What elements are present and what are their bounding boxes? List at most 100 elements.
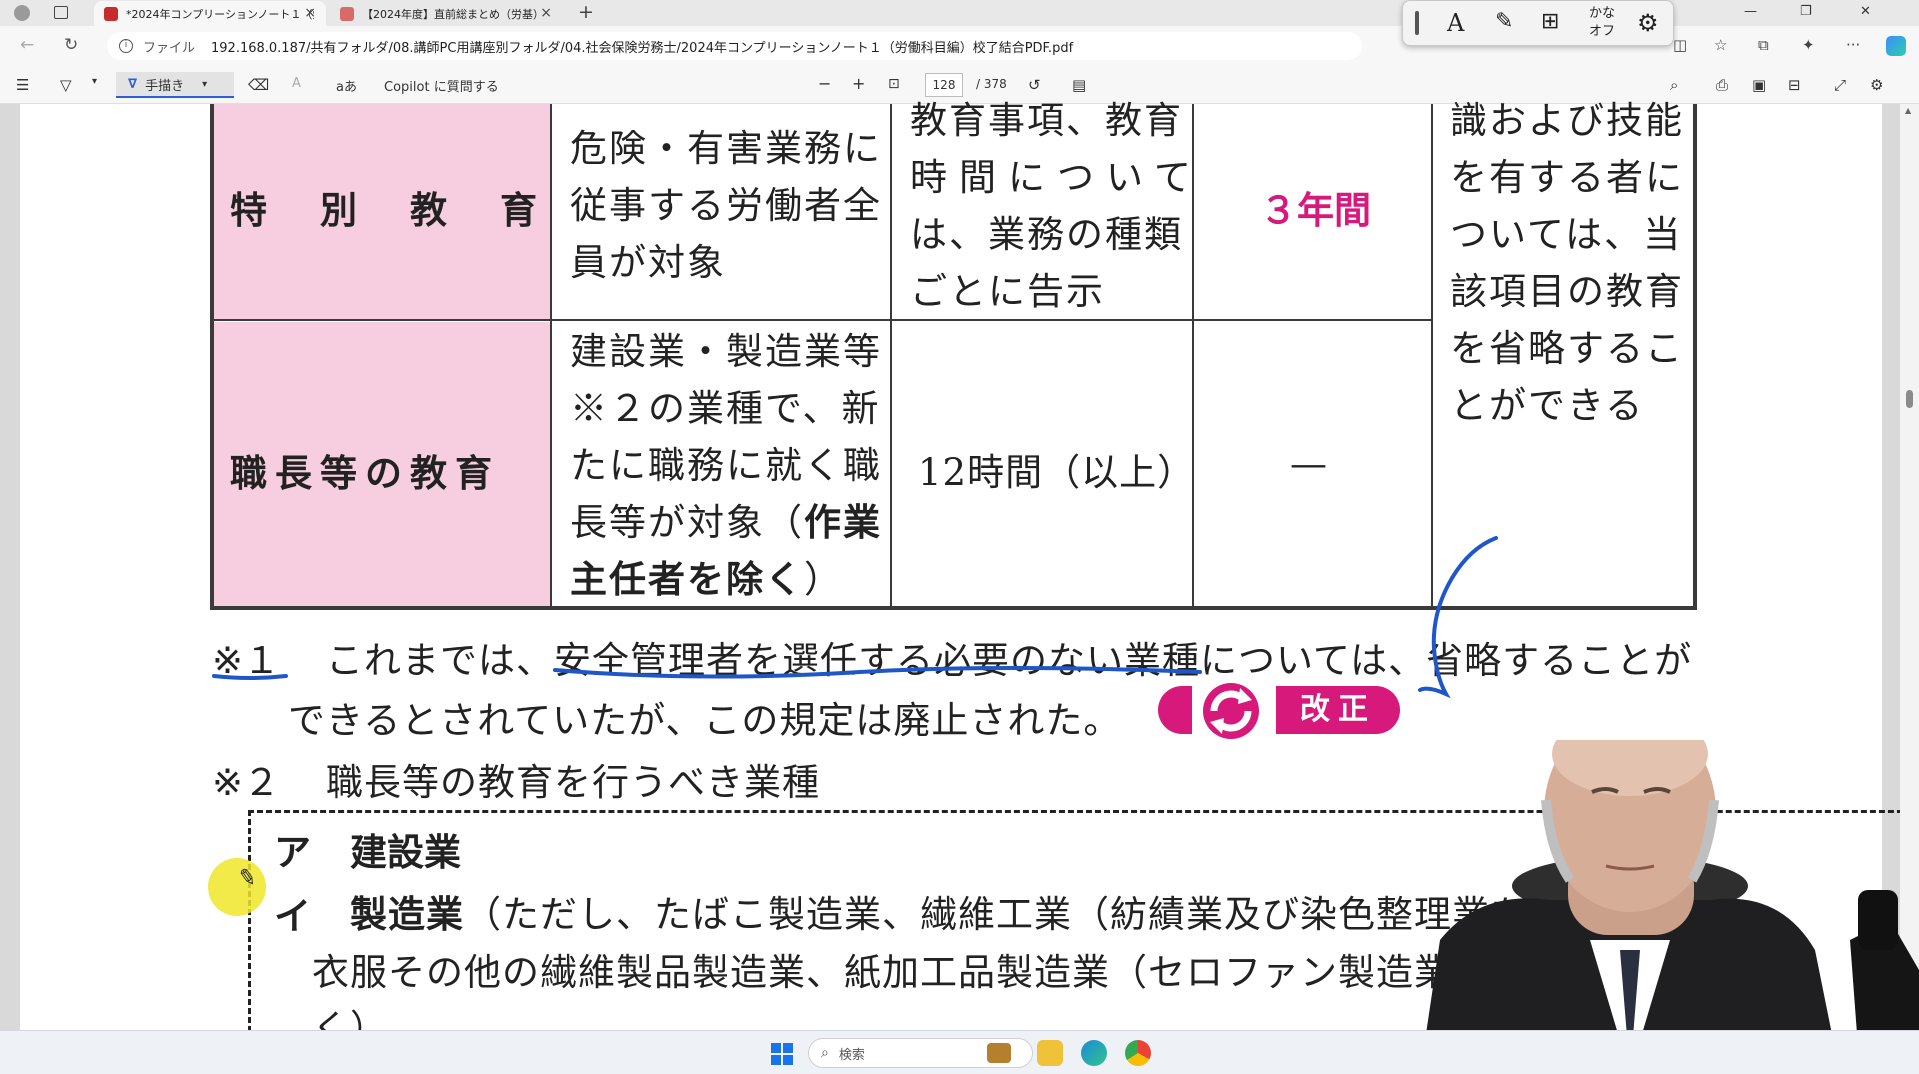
chrome-browser-icon[interactable] <box>1125 1040 1151 1066</box>
add-note-icon[interactable]: ⊞ <box>1541 9 1559 34</box>
note2-mark: ※２ <box>212 761 281 804</box>
draw-button[interactable]: ∇ 手描き ▾ <box>116 72 234 98</box>
chevron-down-icon[interactable]: ▾ <box>92 76 97 87</box>
minimize-icon[interactable]: — <box>1744 4 1757 19</box>
cell-special-target: 危険・有害業務に 従事する労働者全 員が対象 <box>570 120 882 291</box>
row-head-special: 特 別 教 育 <box>230 189 545 232</box>
scrollbar-thumb[interactable] <box>1906 390 1913 408</box>
start-logo-tile <box>783 1043 793 1053</box>
revision-cycle-icon <box>1203 683 1259 739</box>
pdf-file-icon <box>340 6 354 21</box>
copilot-icon[interactable] <box>1886 36 1906 56</box>
text-size-icon[interactable]: A <box>1447 9 1464 37</box>
pdf-settings-icon[interactable]: ⚙ <box>1870 76 1883 94</box>
tab-completion-note[interactable]: *2024年コンプリーションノート１（労 × <box>94 1 326 26</box>
industry-i-name: 製造業 <box>350 893 464 936</box>
cell-line: 識および技能 <box>1450 99 1684 142</box>
profile-avatar[interactable] <box>14 5 30 21</box>
start-logo-tile <box>771 1043 781 1053</box>
pen-overlay-toolbar: A ✎ ⊞ かな オフ ⚙ <box>1402 0 1674 46</box>
fullscreen-icon[interactable]: ⤢ <box>1834 76 1846 94</box>
retention-special: ３年間 <box>1260 189 1371 232</box>
copilot-ask-button[interactable]: Copilot に質問する <box>384 76 499 95</box>
cell-line: 長等が対象（作業 <box>570 494 882 551</box>
search-highlight-icon <box>987 1043 1011 1063</box>
zoom-in-icon[interactable]: + <box>852 74 865 93</box>
note1-line2: できるとされていたが、この規定は廃止された。 <box>288 699 1122 742</box>
edge-browser-icon[interactable] <box>1081 1040 1107 1066</box>
cell-line: 教育事項、教育 <box>910 99 1183 142</box>
table-divider <box>212 319 1433 321</box>
print-icon[interactable]: ⎙ <box>1716 76 1728 94</box>
contents-list-icon[interactable]: ☰ <box>16 76 29 94</box>
chevron-down-icon: ▾ <box>202 78 208 90</box>
tab-title: 【2024年度】直前総まとめ（労基） <box>362 7 544 21</box>
retention-foreman: — <box>1290 442 1328 485</box>
favorites-icon[interactable]: ☆ <box>1714 36 1727 54</box>
text-icon[interactable]: A <box>292 76 301 91</box>
table-border <box>210 104 214 610</box>
industry-a-name: 建設業 <box>350 831 461 874</box>
cell-special-content: 教育事項、教育 時間について は、業務の種類 ごとに告示 <box>910 92 1203 320</box>
note1-text-a: これまでは、 <box>326 639 554 682</box>
tab-title: *2024年コンプリーションノート１（労 <box>126 7 314 21</box>
kana-toggle-line2: オフ <box>1589 24 1616 39</box>
pdf-file-icon <box>104 6 118 21</box>
note2-text: 職長等の教育を行うべき業種 <box>326 761 820 804</box>
cell-line: ※２の業種で、新 <box>570 387 881 430</box>
note1-text-b: については、省略することが <box>1200 639 1693 682</box>
cell-line: 従事する労働者全 <box>570 184 882 227</box>
cell-line: とができる <box>1450 384 1645 427</box>
back-icon[interactable]: ← <box>20 35 34 55</box>
cell-remarks: 識および技能 を有する者に ついては、当 該項目の教育 を省略するこ とができる <box>1450 92 1684 434</box>
kana-toggle[interactable]: かな オフ <box>1589 5 1615 41</box>
start-logo-tile <box>783 1055 793 1065</box>
highlighter-icon[interactable]: ✎ <box>1495 9 1513 34</box>
close-tab-icon[interactable]: × <box>304 5 316 21</box>
tab-summary[interactable]: 【2024年度】直前総まとめ（労基） × <box>330 1 562 26</box>
fit-page-icon[interactable]: ⊡ <box>888 76 900 92</box>
cell-text-part: 長等が対象（ <box>570 501 804 544</box>
row-head-foreman: 職長等の教育 <box>230 452 500 495</box>
taskbar: ⌕ 検索 <box>0 1030 1919 1074</box>
new-tab-icon[interactable]: + <box>578 1 594 23</box>
zoom-out-icon[interactable]: − <box>818 74 831 93</box>
refresh-icon[interactable]: ↻ <box>64 35 78 55</box>
industry-i-detail: （ただし、たばこ製造業、繊維工業（紡績業及び染色整理業を除 <box>464 893 1566 936</box>
save-icon[interactable]: ▣ <box>1752 76 1766 94</box>
maximize-icon[interactable]: ❐ <box>1800 4 1812 19</box>
cell-line: 員が対象 <box>570 241 726 284</box>
url-field[interactable]: i ファイル 192.168.0.187/共有フォルダ/08.講師PC用講座別フ… <box>107 32 1362 60</box>
content-foreman: 12時間（以上） <box>918 451 1196 494</box>
start-button[interactable] <box>771 1043 793 1065</box>
settings-gear-icon[interactable]: ⚙ <box>1637 9 1659 37</box>
scroll-up-icon[interactable]: ▲ <box>1905 106 1911 115</box>
table-border <box>1693 104 1697 610</box>
table-divider <box>1431 104 1433 608</box>
url-scheme-label: ファイル <box>143 40 196 56</box>
table-divider <box>890 104 892 608</box>
industry-line2: 衣服その他の繊維製品製造業、紙加工品製造業（セロファン製造業を除 <box>312 951 1528 994</box>
read-aloud-icon[interactable]: aあ <box>336 76 357 95</box>
highlight-icon[interactable]: ▽ <box>60 76 72 94</box>
cell-line: ついては、当 <box>1450 213 1683 256</box>
table-border <box>210 606 1697 610</box>
save-as-icon[interactable]: ⊟ <box>1788 76 1801 94</box>
drag-handle-icon[interactable] <box>1415 11 1419 35</box>
collections-icon[interactable]: ⧉ <box>1758 36 1769 54</box>
app-window: *2024年コンプリーションノート１（労 × 【2024年度】直前総まとめ（労基… <box>0 0 1919 1074</box>
file-explorer-icon[interactable] <box>1037 1040 1063 1066</box>
eraser-icon[interactable]: ⌫ <box>248 76 269 94</box>
close-tab-icon[interactable]: × <box>540 5 552 21</box>
cell-line: 主任者を除く） <box>570 551 882 608</box>
more-menu-icon[interactable]: ··· <box>1846 36 1860 54</box>
split-screen-icon[interactable]: ◫ <box>1673 36 1687 54</box>
taskbar-search[interactable]: ⌕ 検索 <box>808 1038 1033 1068</box>
cell-bold-text: 作業 <box>804 501 882 544</box>
site-info-icon[interactable]: i <box>119 39 133 53</box>
note1-mark: ※１ <box>212 639 281 682</box>
tab-actions-icon[interactable] <box>54 6 68 19</box>
close-window-icon[interactable]: ✕ <box>1860 4 1871 19</box>
extensions-icon[interactable]: ✦ <box>1802 36 1815 54</box>
kana-toggle-line1: かな <box>1589 6 1616 21</box>
